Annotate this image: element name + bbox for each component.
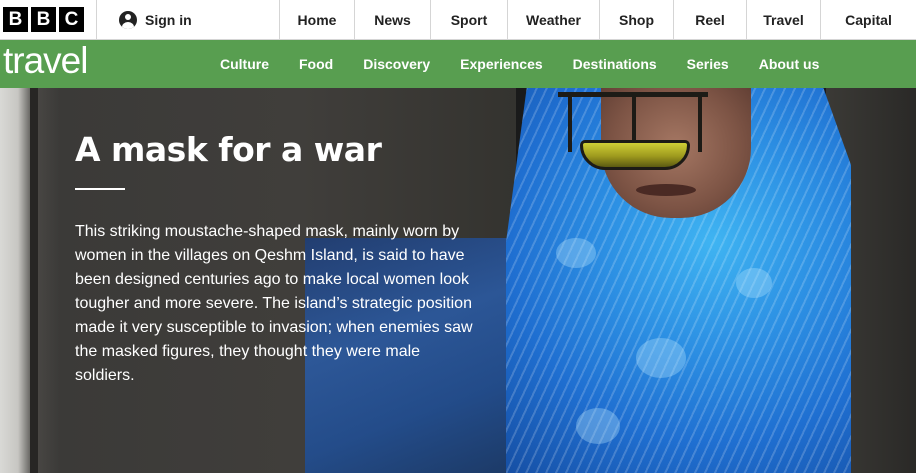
top-nav-home[interactable]: Home <box>279 0 354 39</box>
travel-nav: Culture Food Discovery Experiences Desti… <box>205 40 834 88</box>
top-nav-shop[interactable]: Shop <box>599 0 673 39</box>
bbc-logo-letter: B <box>31 7 56 32</box>
hero-text-block: A mask for a war This striking moustache… <box>75 130 495 388</box>
top-nav-reel[interactable]: Reel <box>673 0 746 39</box>
travel-nav-food[interactable]: Food <box>284 56 348 72</box>
hero-photo <box>506 88 916 473</box>
user-icon <box>119 10 137 29</box>
photo-shawl-pattern <box>736 268 772 298</box>
travel-nav-culture[interactable]: Culture <box>205 56 284 72</box>
sign-in-label: Sign in <box>145 11 192 28</box>
bbc-logo-letter: C <box>59 7 84 32</box>
photo-moustache-mask <box>558 92 708 174</box>
top-nav-sport[interactable]: Sport <box>430 0 507 39</box>
travel-nav-series[interactable]: Series <box>672 56 744 72</box>
top-nav-capital[interactable]: Capital <box>820 0 916 39</box>
photo-mouth <box>636 184 696 196</box>
top-nav: Home News Sport Weather Shop Reel Travel… <box>279 0 916 39</box>
hero-body: This striking moustache-shaped mask, mai… <box>75 223 473 384</box>
travel-nav-destinations[interactable]: Destinations <box>558 56 672 72</box>
bbc-global-header: B B C Sign in Home News Sport Weather Sh… <box>0 0 916 40</box>
top-nav-travel[interactable]: Travel <box>746 0 820 39</box>
top-nav-news[interactable]: News <box>354 0 430 39</box>
photo-shawl-pattern <box>556 238 596 268</box>
travel-header: travel Culture Food Discovery Experience… <box>0 40 916 88</box>
hero-door-plank <box>30 88 38 473</box>
travel-nav-discovery[interactable]: Discovery <box>348 56 445 72</box>
travel-nav-experiences[interactable]: Experiences <box>445 56 558 72</box>
sign-in-link[interactable]: Sign in <box>96 0 279 39</box>
travel-nav-about-us[interactable]: About us <box>744 56 835 72</box>
bbc-logo[interactable]: B B C <box>0 0 96 39</box>
bbc-logo-letter: B <box>3 7 28 32</box>
photo-shawl-pattern <box>576 408 620 444</box>
mask-side-bar <box>698 92 702 152</box>
hero-section: A mask for a war This striking moustache… <box>0 88 916 473</box>
mask-side-bar <box>568 92 572 152</box>
travel-logo[interactable]: travel <box>0 40 205 82</box>
mask-gold-plate <box>580 140 690 170</box>
photo-shawl-pattern <box>636 338 686 378</box>
top-nav-weather[interactable]: Weather <box>507 0 599 39</box>
hero-title: A mask for a war <box>75 130 382 169</box>
hero-divider <box>75 188 125 190</box>
